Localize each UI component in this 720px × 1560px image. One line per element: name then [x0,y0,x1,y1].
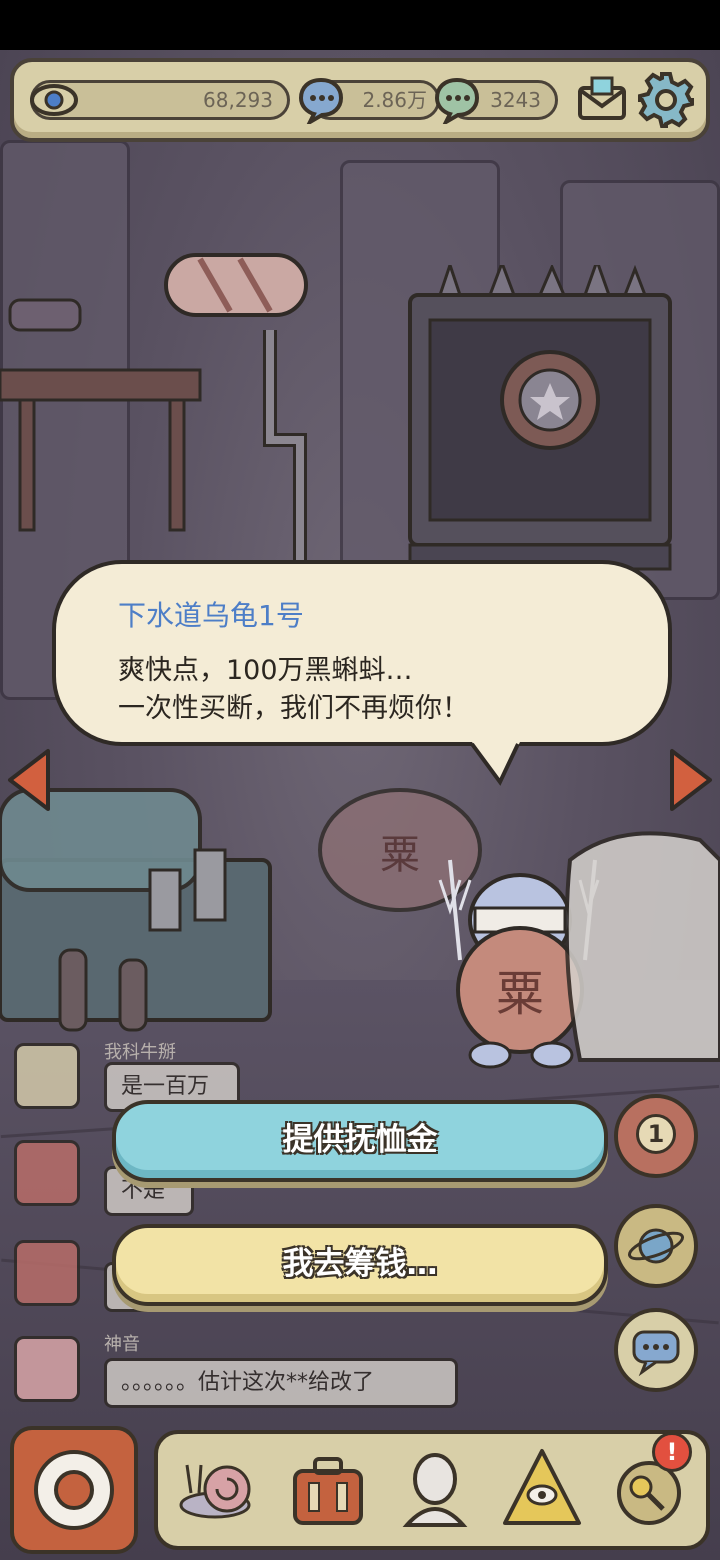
numbered-badge-icon[interactable]: 1 [614,1094,698,1178]
dialog-bubble-tail [470,742,520,786]
dialog-speaker-name: 下水道乌龟1号 [118,599,304,632]
avatar[interactable] [14,1240,80,1306]
suitcase-icon[interactable] [280,1440,376,1536]
comments-count: 3243 [490,88,541,112]
chat-username: 我科牛掰 [104,1042,176,1063]
cloth-pile [564,831,720,1062]
triangle-left-icon[interactable] [4,745,52,815]
eye-pyramid-icon[interactable] [494,1440,590,1536]
pipes [263,330,307,560]
gear-icon[interactable] [636,70,696,130]
raise-money-button[interactable]: 我去筹钱… [112,1224,608,1306]
record-icon [34,1450,114,1530]
chat-username: 神音 [104,1334,140,1355]
dialog-line-1: 爽快点，100万黑蝌蚪… [118,655,413,686]
triangle-right-icon[interactable] [668,745,716,815]
chat-message: 。。。。。。估计这次**给改了 [104,1358,458,1408]
avatar[interactable] [14,1336,80,1402]
svg-text:粟: 粟 [496,966,544,1022]
planet-icon[interactable] [614,1204,698,1288]
status-bar [0,0,720,50]
views-count: 68,293 [203,88,273,112]
mail-icon[interactable] [574,72,630,128]
dialog-line-2: 一次性买断，我们不再烦你！ [118,693,469,724]
avatar[interactable] [14,1043,80,1109]
avatar[interactable] [14,1140,80,1206]
spiked-display-case [408,265,672,571]
likes-count: 2.86万 [362,88,427,112]
badge-number: 1 [636,1114,676,1154]
record-button[interactable] [10,1426,138,1554]
alert-badge: ! [652,1432,692,1472]
chat-bubble-icon [296,74,346,124]
snail-icon[interactable] [172,1440,268,1536]
offer-compensation-button[interactable]: 提供抚恤金 [112,1100,608,1182]
speech-bubble-icon[interactable] [614,1308,698,1392]
statue-bust-icon[interactable] [386,1440,482,1536]
eye-icon [26,72,82,128]
svg-text:粟: 粟 [380,832,420,878]
chat-bubble-icon [432,74,482,124]
